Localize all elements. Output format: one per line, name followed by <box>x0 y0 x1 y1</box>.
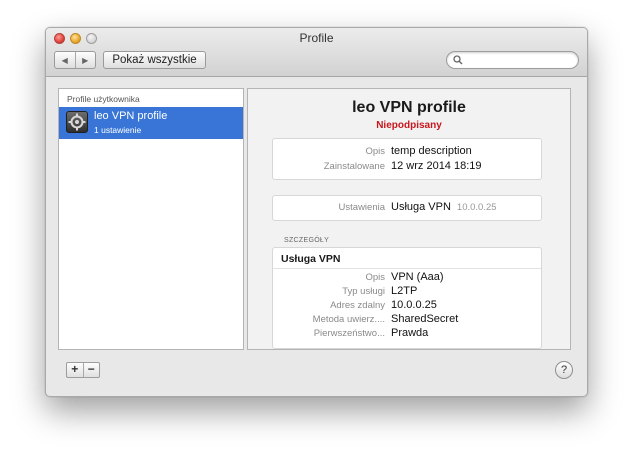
details-value: SharedSecret <box>391 313 459 325</box>
settings-value-extra: 10.0.0.25 <box>456 202 497 213</box>
details-value: L2TP <box>391 285 418 297</box>
details-label: Metoda uwierz.... <box>312 314 385 325</box>
summary-value: temp description <box>391 145 472 157</box>
details-heading: SZCZEGÓŁY <box>284 237 330 244</box>
preferences-window: Profile ◀ ▶ Pokaż wszystkie Profile użyt… <box>45 27 588 397</box>
window-title: Profile <box>299 31 334 45</box>
summary-value: 12 wrz 2014 18:19 <box>391 160 482 172</box>
show-all-button[interactable]: Pokaż wszystkie <box>103 51 206 69</box>
summary-label: Opis <box>365 146 385 157</box>
settings-row: Ustawienia Usługa VPN 10.0.0.25 <box>273 201 543 215</box>
search-input[interactable] <box>465 53 573 67</box>
settings-value-text: Usługa VPN <box>391 201 451 213</box>
summary-row-description: Opis temp description <box>273 145 543 159</box>
details-value: Prawda <box>391 327 429 339</box>
navigation-segmented-control: ◀ ▶ <box>54 51 96 69</box>
details-label: Opis <box>365 272 385 283</box>
details-row: Typ usługi L2TP <box>273 285 543 299</box>
search-field[interactable] <box>446 51 579 69</box>
search-icon <box>453 55 463 65</box>
details-row: Opis VPN (Aaa) <box>273 271 543 285</box>
settings-label: Ustawienia <box>338 202 385 213</box>
sidebar-item-name: leo VPN profile <box>94 110 168 122</box>
details-box-title: Usługa VPN <box>281 253 341 265</box>
profiles-sidebar: Profile użytkownika leo VPN profile 1 us… <box>58 88 244 350</box>
sidebar-item-leo-vpn-profile[interactable]: leo VPN profile 1 ustawienie <box>59 107 243 139</box>
details-value: VPN (Aaa) <box>391 271 444 283</box>
profile-detail-pane: leo VPN profile Niepodpisany Opis temp d… <box>247 88 571 350</box>
details-divider <box>273 268 541 269</box>
details-label: Adres zdalny <box>330 300 385 311</box>
details-label: Pierwszeństwo... <box>313 328 385 339</box>
help-button[interactable]: ? <box>555 361 573 379</box>
add-profile-button[interactable]: + <box>67 363 83 377</box>
summary-label: Zainstalowane <box>323 161 385 172</box>
remove-profile-button[interactable]: − <box>82 363 100 377</box>
summary-box: Opis temp description Zainstalowane 12 w… <box>272 138 542 180</box>
details-value: 10.0.0.25 <box>391 299 437 311</box>
profile-title: leo VPN profile <box>352 99 466 116</box>
forward-button[interactable]: ▶ <box>74 52 96 68</box>
details-row: Metoda uwierz.... SharedSecret <box>273 313 543 327</box>
vpn-profile-icon <box>66 111 88 133</box>
details-row: Adres zdalny 10.0.0.25 <box>273 299 543 313</box>
summary-row-installed: Zainstalowane 12 wrz 2014 18:19 <box>273 160 543 174</box>
signature-status: Niepodpisany <box>376 120 442 131</box>
add-remove-control: + − <box>66 362 100 378</box>
sidebar-item-subtitle: 1 ustawienie <box>94 125 142 135</box>
details-box: Usługa VPN Opis VPN (Aaa) Typ usługi L2T… <box>272 247 542 349</box>
title-bar: Profile ◀ ▶ Pokaż wszystkie <box>46 28 587 77</box>
settings-box: Ustawienia Usługa VPN 10.0.0.25 <box>272 195 542 221</box>
details-row: Pierwszeństwo... Prawda <box>273 327 543 341</box>
settings-value: Usługa VPN 10.0.0.25 <box>391 201 497 213</box>
back-button[interactable]: ◀ <box>55 52 75 68</box>
details-label: Typ usługi <box>342 286 385 297</box>
sidebar-header: Profile użytkownika <box>67 94 140 104</box>
